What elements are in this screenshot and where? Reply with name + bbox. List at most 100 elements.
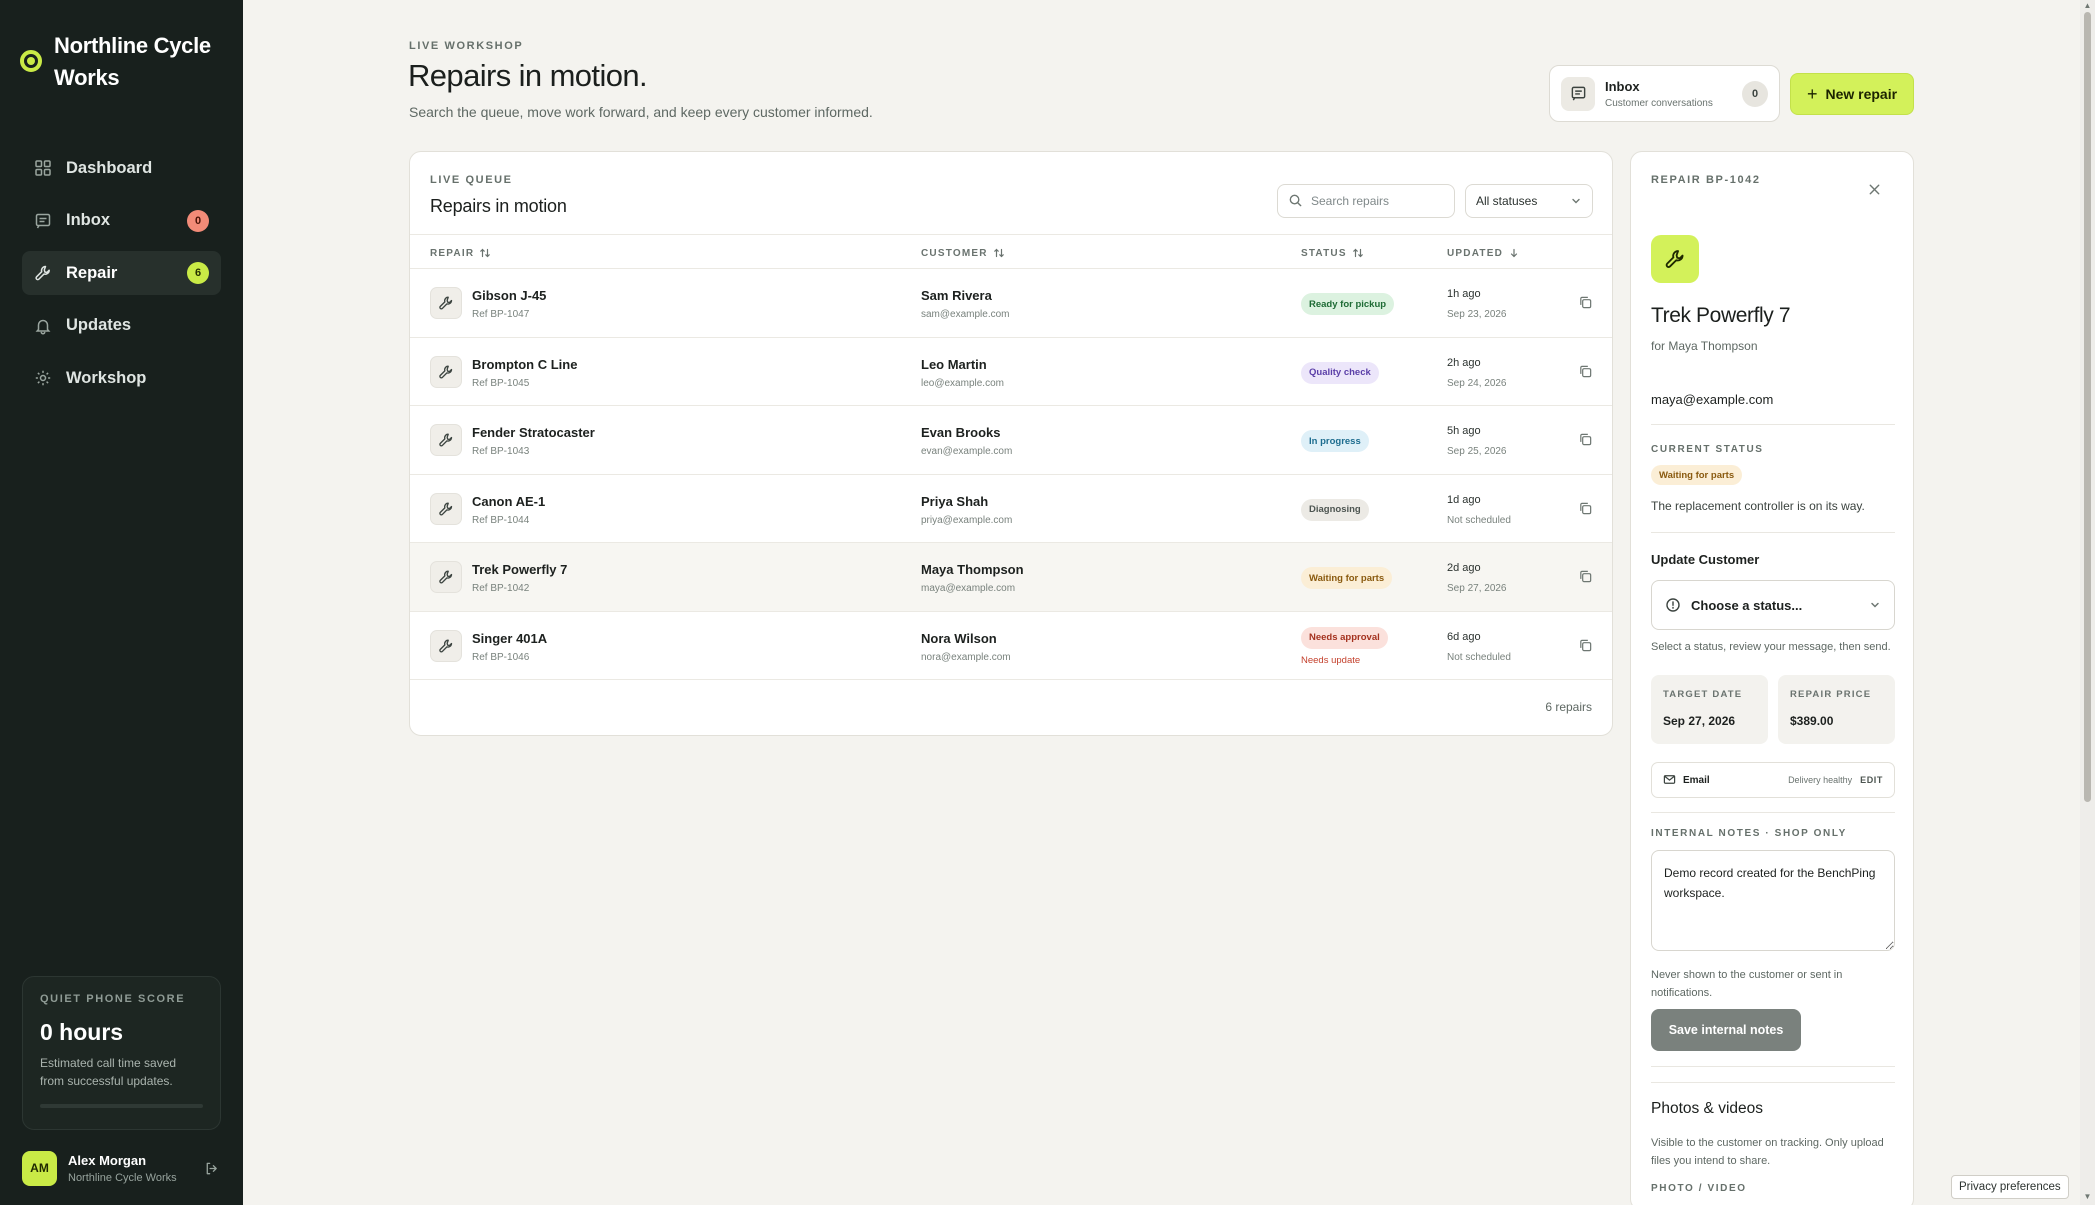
repair-ref: Ref BP-1047	[472, 309, 530, 320]
table-row[interactable]: Singer 401A Ref BP-1046 Nora Wilson nora…	[410, 612, 1612, 680]
repair-price-value: $389.00	[1790, 714, 1834, 728]
table-header: REPAIR CUSTOMER STATUS UPDATED	[410, 234, 1612, 269]
edit-channel-button[interactable]: EDIT	[1860, 775, 1883, 785]
needs-update-note: Needs update	[1301, 654, 1361, 666]
sidebar-item-inbox[interactable]: Inbox 0	[22, 199, 221, 243]
avatar[interactable]: AM	[22, 1150, 57, 1186]
table-row[interactable]: Brompton C Line Ref BP-1045 Leo Martin l…	[410, 338, 1612, 406]
updated-relative: 1h ago	[1447, 288, 1481, 300]
column-header-updated[interactable]: UPDATED	[1447, 247, 1520, 259]
target-date-value: Sep 27, 2026	[1663, 714, 1736, 728]
page-eyebrow: LIVE WORKSHOP	[409, 40, 524, 52]
sidebar-item-updates[interactable]: Updates	[22, 304, 221, 348]
scroll-up-icon[interactable]: ▲	[2083, 2, 2092, 10]
copy-icon[interactable]	[1578, 638, 1594, 654]
target-date: Not scheduled	[1447, 514, 1511, 526]
customer-name: Maya Thompson	[921, 562, 1024, 577]
choose-status-select[interactable]: Choose a status...	[1651, 580, 1895, 630]
sidebar-item-label: Updates	[66, 316, 132, 334]
repair-ref: Ref BP-1044	[472, 514, 530, 526]
save-internal-notes-button[interactable]: Save internal notes	[1651, 1009, 1801, 1051]
table-row-selected[interactable]: Trek Powerfly 7 Ref BP-1042 Maya Thompso…	[410, 543, 1612, 612]
new-repair-button[interactable]: + New repair	[1790, 73, 1914, 115]
divider	[1651, 812, 1895, 813]
wrench-icon	[1651, 235, 1699, 283]
detail-eyebrow: REPAIR BP-1042	[1651, 174, 1761, 186]
customer-email: leo@example.com	[921, 377, 1004, 389]
updated-relative: 2d ago	[1447, 562, 1481, 574]
copy-icon[interactable]	[1578, 295, 1594, 311]
column-header-status[interactable]: STATUS	[1301, 247, 1364, 259]
search-input[interactable]	[1311, 194, 1451, 208]
column-label: UPDATED	[1447, 247, 1503, 259]
scroll-down-icon[interactable]: ▼	[2083, 1193, 2092, 1201]
status-filter-select[interactable]: All statuses	[1465, 184, 1593, 218]
copy-icon[interactable]	[1578, 501, 1594, 517]
bell-icon	[34, 317, 52, 335]
brand[interactable]: Northline Cycle Works	[20, 30, 224, 94]
status-badge: Quality check	[1301, 361, 1379, 384]
internal-notes-eyebrow: INTERNAL NOTES · SHOP ONLY	[1651, 828, 1847, 839]
wrench-icon	[430, 355, 462, 388]
chat-icon	[1561, 76, 1595, 111]
copy-icon[interactable]	[1578, 364, 1594, 380]
clock-icon	[1665, 597, 1681, 613]
brand-logo-icon	[20, 50, 42, 72]
page-title: Repairs in motion.	[408, 58, 648, 93]
close-icon[interactable]	[1867, 182, 1885, 200]
sidebar-item-repair[interactable]: Repair 6	[22, 251, 221, 295]
user-org: Northline Cycle Works	[68, 1171, 177, 1184]
detail-customer: for Maya Thompson	[1651, 339, 1758, 353]
customer-email: nora@example.com	[921, 651, 1011, 663]
detail-email[interactable]: maya@example.com	[1651, 392, 1773, 407]
sort-descending-icon	[1510, 248, 1518, 258]
logout-icon[interactable]	[201, 1158, 221, 1178]
column-label: STATUS	[1301, 247, 1347, 259]
copy-icon[interactable]	[1578, 432, 1594, 448]
customer-name: Leo Martin	[921, 356, 987, 372]
sidebar-item-workshop[interactable]: Workshop	[22, 356, 221, 400]
inbox-text: Inbox Customer conversations	[1605, 79, 1742, 109]
internal-notes-helper: Never shown to the customer or sent in n…	[1651, 969, 1843, 999]
repair-name: Gibson J-45	[472, 288, 547, 303]
user-name: Alex Morgan	[68, 1152, 147, 1168]
privacy-preferences-button[interactable]: Privacy preferences	[1951, 1175, 2069, 1199]
repair-name: Singer 401A	[472, 630, 548, 646]
repair-ref: Ref BP-1046	[472, 651, 530, 663]
repair-name: Canon AE-1	[472, 493, 546, 509]
sidebar-item-label: Repair	[66, 263, 118, 282]
table-row[interactable]: Canon AE-1 Ref BP-1044 Priya Shah priya@…	[410, 475, 1612, 543]
inbox-button[interactable]: Inbox Customer conversations 0	[1549, 65, 1780, 122]
inbox-count-badge: 0	[1742, 80, 1768, 107]
inbox-icon	[34, 212, 52, 230]
repair-detail-panel: REPAIR BP-1042 Trek Powerfly 7 for Maya …	[1630, 151, 1914, 1205]
table-row[interactable]: Gibson J-45 Ref BP-1047 Sam Rivera sam@e…	[410, 269, 1612, 338]
table-row[interactable]: Fender Stratocaster Ref BP-1043 Evan Bro…	[410, 406, 1612, 475]
divider	[1651, 1082, 1895, 1083]
column-header-customer[interactable]: CUSTOMER	[921, 247, 1005, 259]
scrollbar[interactable]: ▲ ▼	[2080, 0, 2095, 1205]
copy-icon[interactable]	[1578, 569, 1594, 585]
scrollbar-thumb[interactable]	[2084, 12, 2091, 802]
repair-count: 6 repairs	[1545, 700, 1592, 714]
column-header-repair[interactable]: REPAIR	[430, 247, 491, 259]
repair-price-label: REPAIR PRICE	[1790, 689, 1872, 700]
internal-notes-textarea[interactable]	[1651, 850, 1895, 951]
repair-table-body: Gibson J-45 Ref BP-1047 Sam Rivera sam@e…	[410, 269, 1612, 680]
user-info: Alex Morgan Northline Cycle Works	[68, 1153, 201, 1184]
updated-relative: 6d ago	[1447, 630, 1481, 643]
status-badge: Waiting for parts	[1651, 465, 1743, 485]
notification-channel: Email Delivery healthy EDIT	[1651, 762, 1895, 798]
repair-queue-panel: LIVE QUEUE Repairs in motion All statuse…	[409, 151, 1613, 736]
wrench-icon	[430, 424, 462, 456]
quiet-phone-score-card: QUIET PHONE SCORE 0 hours Estimated call…	[22, 976, 221, 1130]
updated-relative: 1d ago	[1447, 493, 1481, 506]
current-status-eyebrow: CURRENT STATUS	[1651, 444, 1764, 455]
sidebar-item-dashboard[interactable]: Dashboard	[22, 146, 221, 190]
customer-email: maya@example.com	[921, 583, 1016, 594]
search-box	[1277, 184, 1455, 218]
detail-title: Trek Powerfly 7	[1651, 304, 1791, 327]
user-profile: AM Alex Morgan Northline Cycle Works	[22, 1149, 221, 1187]
status-note: The replacement controller is on its way…	[1651, 499, 1865, 513]
photo-video-eyebrow: PHOTO / VIDEO	[1651, 1183, 1747, 1194]
